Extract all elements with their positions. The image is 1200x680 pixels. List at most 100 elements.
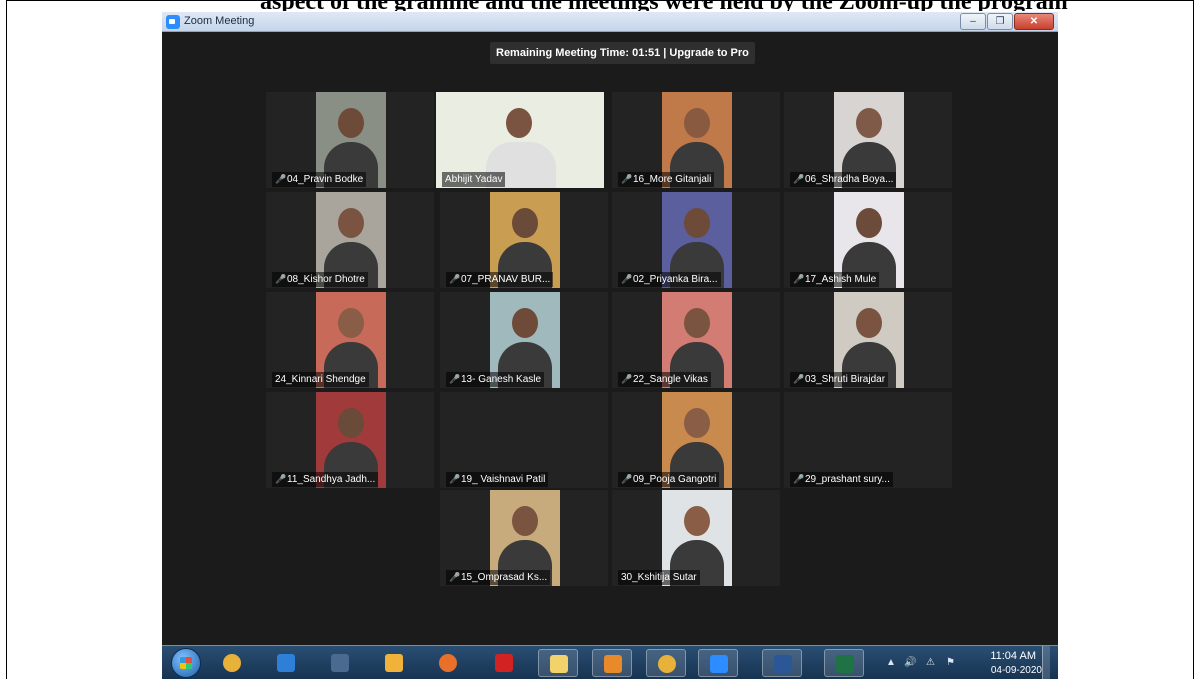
participant-tile[interactable]: 30_Kshitija Sutar bbox=[612, 490, 780, 586]
taskbar-app-button[interactable] bbox=[538, 649, 578, 677]
adobe-reader-icon bbox=[495, 654, 513, 672]
system-tray: ▲ 🔊 ⚠ ⚑ 11:04 AM 04-09-2020 bbox=[880, 646, 1050, 680]
document-page: aspect of the gramme and the meetings we… bbox=[0, 0, 1200, 680]
participant-name-label: 🎤17_Ashish Mule bbox=[790, 272, 880, 287]
network-warning-icon[interactable]: ⚠ bbox=[926, 657, 935, 668]
participant-face bbox=[684, 208, 710, 238]
muted-mic-icon: 🎤 bbox=[621, 274, 633, 284]
participant-face bbox=[512, 208, 538, 238]
participant-name-label: 24_Kinnari Shendge bbox=[272, 372, 369, 387]
participant-name: 11_Sandhya Jadh... bbox=[287, 474, 376, 485]
media-player-icon bbox=[604, 655, 622, 673]
taskbar-app-button[interactable] bbox=[374, 649, 414, 677]
muted-mic-icon: 🎤 bbox=[275, 174, 287, 184]
clock-date[interactable]: 04-09-2020 bbox=[991, 665, 1042, 676]
muted-mic-icon: 🎤 bbox=[793, 274, 805, 284]
participant-tile[interactable]: 🎤11_Sandhya Jadh... bbox=[266, 392, 434, 488]
participant-name-label: 🎤09_Pooja Gangotri bbox=[618, 472, 720, 487]
taskbar-app-button[interactable] bbox=[266, 649, 306, 677]
muted-mic-icon: 🎤 bbox=[449, 274, 461, 284]
participant-name: 19_ Vaishnavi Patil bbox=[461, 474, 546, 485]
participant-name-label: 🎤02_Priyanka Bira... bbox=[618, 272, 721, 287]
firefox-icon bbox=[439, 654, 457, 672]
participant-tile[interactable]: 🎤15_Omprasad Ks... bbox=[440, 490, 608, 586]
participant-face bbox=[512, 308, 538, 338]
participant-name: 02_Priyanka Bira... bbox=[633, 274, 718, 285]
participant-tile[interactable]: 🎤04_Pravin Bodke bbox=[266, 92, 434, 188]
participant-tile[interactable]: 🎤16_More Gitanjali bbox=[612, 92, 780, 188]
participant-tile[interactable]: 🎤02_Priyanka Bira... bbox=[612, 192, 780, 288]
participant-tile[interactable]: 🎤06_Shradha Boya... bbox=[784, 92, 952, 188]
window-titlebar[interactable]: Zoom Meeting – ❐ ✕ bbox=[162, 12, 1058, 32]
muted-mic-icon: 🎤 bbox=[275, 474, 287, 484]
muted-mic-icon: 🎤 bbox=[621, 374, 633, 384]
participant-name: 22_Sangle Vikas bbox=[633, 374, 708, 385]
start-button[interactable] bbox=[171, 648, 201, 678]
participant-tile[interactable]: 🎤03_Shruti Birajdar bbox=[784, 292, 952, 388]
show-desktop-button[interactable] bbox=[1042, 646, 1050, 680]
taskbar-app-button[interactable] bbox=[484, 649, 524, 677]
participant-tile[interactable]: 🎤17_Ashish Mule bbox=[784, 192, 952, 288]
participant-tile[interactable]: 🎤09_Pooja Gangotri bbox=[612, 392, 780, 488]
participant-name-label: 🎤07_PRANAV BUR... bbox=[446, 272, 554, 287]
participant-name: 16_More Gitanjali bbox=[633, 174, 712, 185]
minimize-button[interactable]: – bbox=[960, 13, 986, 30]
remaining-meeting-time-banner[interactable]: Remaining Meeting Time: 01:51 | Upgrade … bbox=[490, 42, 755, 64]
clock-time[interactable]: 11:04 AM bbox=[990, 650, 1036, 662]
muted-mic-icon: 🎤 bbox=[793, 474, 805, 484]
publisher-icon bbox=[331, 654, 349, 672]
taskbar-app-button[interactable] bbox=[762, 649, 802, 677]
participant-name: 24_Kinnari Shendge bbox=[275, 374, 366, 385]
zoom-meeting-window: Zoom Meeting – ❐ ✕ Remaining Meeting Tim… bbox=[162, 12, 1058, 679]
participant-name-label: 🎤19_ Vaishnavi Patil bbox=[446, 472, 549, 487]
participant-name-label: 🎤04_Pravin Bodke bbox=[272, 172, 367, 187]
participant-tile[interactable]: 🎤19_ Vaishnavi Patil bbox=[440, 392, 608, 488]
participant-face bbox=[338, 208, 364, 238]
window-title: Zoom Meeting bbox=[184, 15, 255, 27]
window-controls: – ❐ ✕ bbox=[960, 13, 1054, 30]
excel-icon bbox=[836, 655, 854, 673]
taskbar-app-button[interactable] bbox=[428, 649, 468, 677]
show-hidden-icons-icon[interactable]: ▲ bbox=[886, 657, 896, 668]
participant-tile[interactable]: 🎤07_PRANAV BUR... bbox=[440, 192, 608, 288]
participant-name: 07_PRANAV BUR... bbox=[461, 274, 551, 285]
close-button[interactable]: ✕ bbox=[1014, 13, 1054, 30]
participant-name: 09_Pooja Gangotri bbox=[633, 474, 717, 485]
taskbar-app-button[interactable] bbox=[320, 649, 360, 677]
windows-logo-icon bbox=[180, 657, 192, 669]
action-center-icon[interactable]: ⚑ bbox=[946, 657, 955, 668]
taskbar-app-button[interactable] bbox=[646, 649, 686, 677]
zoom-icon bbox=[710, 655, 728, 673]
participant-tile[interactable]: Abhijit Yadav bbox=[436, 92, 604, 188]
taskbar-app-button[interactable] bbox=[824, 649, 864, 677]
participant-tile[interactable]: 24_Kinnari Shendge bbox=[266, 292, 434, 388]
participant-face bbox=[506, 108, 532, 138]
participant-name: 13- Ganesh Kasle bbox=[461, 374, 542, 385]
taskbar-app-button[interactable] bbox=[212, 649, 252, 677]
participant-name: 15_Omprasad Ks... bbox=[461, 572, 548, 583]
participant-tile[interactable]: 🎤29_prashant sury... bbox=[784, 392, 952, 488]
chrome-icon bbox=[658, 655, 676, 673]
file-explorer-icon bbox=[550, 655, 568, 673]
internet-explorer-icon bbox=[277, 654, 295, 672]
maximize-button[interactable]: ❐ bbox=[987, 13, 1013, 30]
participant-name: 03_Shruti Birajdar bbox=[805, 374, 886, 385]
participant-tile[interactable]: 🎤08_Kishor Dhotre bbox=[266, 192, 434, 288]
muted-mic-icon: 🎤 bbox=[793, 374, 805, 384]
taskbar-app-button[interactable] bbox=[592, 649, 632, 677]
volume-icon[interactable]: 🔊 bbox=[904, 657, 916, 668]
participant-name: 17_Ashish Mule bbox=[805, 274, 877, 285]
participant-name: Abhijit Yadav bbox=[445, 174, 503, 185]
participant-name-label: 🎤16_More Gitanjali bbox=[618, 172, 715, 187]
participant-tile[interactable]: 🎤13- Ganesh Kasle bbox=[440, 292, 608, 388]
participant-name-label: 🎤22_Sangle Vikas bbox=[618, 372, 711, 387]
muted-mic-icon: 🎤 bbox=[449, 474, 461, 484]
word-icon bbox=[774, 655, 792, 673]
participant-name-label: 🎤06_Shradha Boya... bbox=[790, 172, 897, 187]
taskbar-app-button[interactable] bbox=[698, 649, 738, 677]
participant-face bbox=[856, 308, 882, 338]
page-border-right bbox=[1193, 0, 1194, 679]
participant-tile[interactable]: 🎤22_Sangle Vikas bbox=[612, 292, 780, 388]
muted-mic-icon: 🎤 bbox=[621, 474, 633, 484]
participant-name-label: 30_Kshitija Sutar bbox=[618, 570, 700, 585]
